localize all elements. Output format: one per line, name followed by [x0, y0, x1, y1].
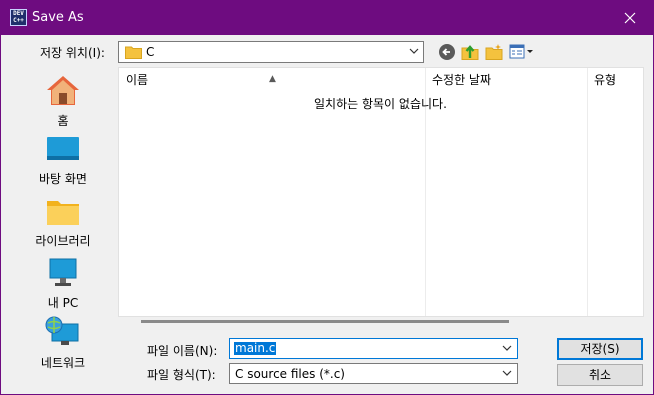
file-list[interactable]: 이름 ▲ 수정한 날짜 유형 일치하는 항목이 없습니다. — [118, 67, 644, 317]
location-dropdown[interactable]: C — [118, 41, 424, 63]
title-bar: DEV C++ Save As — [1, 1, 653, 35]
place-label: 바탕 화면 — [39, 172, 87, 186]
places-bar: 홈 바탕 화면 라이브러리 내 PC 네트워크 — [11, 66, 115, 370]
column-label: 수정한 날짜 — [432, 73, 492, 87]
column-label: 이름 — [126, 73, 149, 87]
this-pc-icon — [49, 258, 77, 286]
sort-up-icon: ▲ — [269, 74, 276, 84]
save-as-dialog: DEV C++ Save As 저장 위치(I): C 홈 바탕 화면 라이브러… — [1, 1, 653, 394]
column-label: 유형 — [594, 73, 617, 87]
location-label: 저장 위치(I): — [40, 46, 105, 60]
up-folder-icon[interactable] — [461, 43, 479, 61]
folder-icon — [125, 46, 142, 59]
filetype-label: 파일 형식(T): — [147, 368, 216, 382]
home-icon — [47, 76, 79, 105]
column-header-type[interactable]: 유형 — [587, 68, 643, 92]
filename-value: main.c — [234, 341, 277, 355]
window-title: Save As — [32, 10, 84, 25]
new-folder-icon[interactable] — [485, 43, 503, 61]
place-this-pc[interactable]: 내 PC — [11, 258, 115, 311]
place-desktop[interactable]: 바탕 화면 — [11, 136, 115, 187]
network-icon — [45, 316, 79, 345]
column-header-name[interactable]: 이름 ▲ — [119, 68, 425, 92]
cancel-button[interactable]: 취소 — [557, 364, 643, 386]
place-network[interactable]: 네트워크 — [11, 316, 115, 371]
close-button[interactable] — [607, 1, 653, 35]
column-header-date[interactable]: 수정한 날짜 — [425, 68, 587, 92]
libraries-folder-icon — [47, 201, 79, 225]
place-label: 네트워크 — [40, 356, 86, 370]
place-label: 라이브러리 — [35, 234, 91, 248]
column-divider[interactable] — [587, 68, 588, 316]
desktop-icon — [47, 137, 79, 160]
view-menu-icon[interactable] — [509, 43, 535, 61]
save-button[interactable]: 저장(S) — [557, 338, 643, 360]
chevron-down-icon — [502, 370, 512, 376]
close-icon — [624, 12, 636, 24]
back-icon[interactable] — [438, 43, 456, 61]
place-libraries[interactable]: 라이브러리 — [11, 198, 115, 249]
filetype-dropdown[interactable]: C source files (*.c) — [229, 363, 518, 384]
location-value: C — [146, 45, 155, 59]
chevron-down-icon — [409, 48, 419, 54]
horizontal-scrollbar[interactable] — [141, 320, 509, 323]
place-label: 홈 — [57, 114, 69, 128]
filename-label: 파일 이름(N): — [147, 344, 218, 358]
empty-message: 일치하는 항목이 없습니다. — [314, 97, 447, 111]
filetype-value: C source files (*.c) — [235, 367, 345, 381]
dev-cpp-app-icon: DEV C++ — [10, 9, 27, 26]
place-label: 내 PC — [47, 296, 79, 310]
place-home[interactable]: 홈 — [11, 74, 115, 129]
chevron-down-icon[interactable] — [502, 344, 512, 352]
filename-input[interactable]: main.c — [229, 338, 518, 359]
